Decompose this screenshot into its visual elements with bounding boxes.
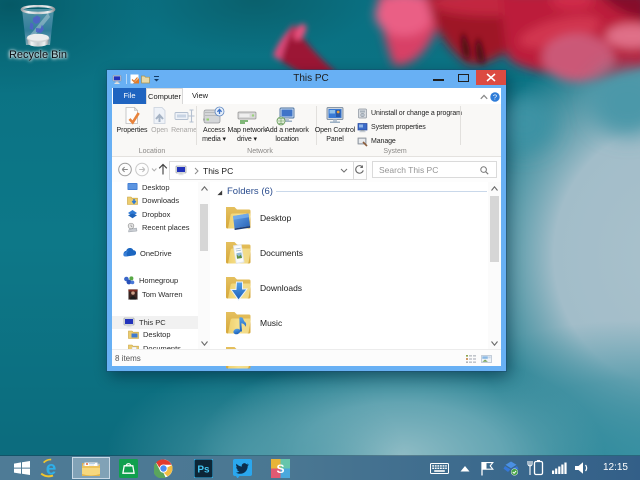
svg-text:S: S [276,461,284,475]
svg-text:Ps: Ps [197,464,210,475]
svg-text:?: ? [493,93,497,102]
